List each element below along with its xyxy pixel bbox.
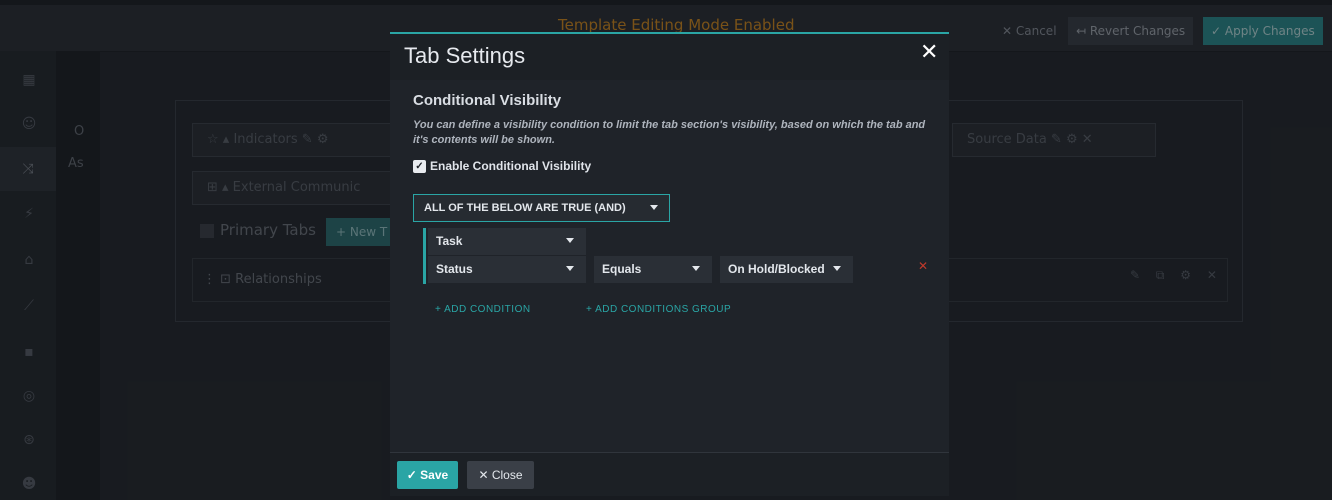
- value-value: On Hold/Blocked: [728, 262, 825, 276]
- add-condition-link[interactable]: + ADD CONDITION: [435, 304, 531, 315]
- modal-title: Tab Settings: [404, 43, 526, 68]
- condition-group-bar: [423, 228, 426, 284]
- value-select[interactable]: On Hold/Blocked: [720, 256, 853, 283]
- tab-settings-modal: Tab Settings ✕ Conditional Visibility Yo…: [390, 32, 949, 496]
- object-select[interactable]: Task: [428, 228, 586, 255]
- modal-header: Tab Settings ✕: [390, 34, 949, 80]
- chevron-down-icon: [650, 205, 658, 210]
- section-title: Conditional Visibility: [413, 92, 562, 109]
- close-button[interactable]: ✕ Close: [467, 461, 534, 489]
- chevron-down-icon: [692, 266, 700, 271]
- chevron-down-icon: [566, 238, 574, 243]
- enable-label: Enable Conditional Visibility: [430, 159, 592, 173]
- section-description: You can define a visibility condition to…: [413, 119, 926, 146]
- save-button[interactable]: ✓ Save: [397, 461, 458, 489]
- operator-select[interactable]: Equals: [594, 256, 712, 283]
- modal-footer: ✓ Save ✕ Close: [390, 452, 949, 496]
- field-select[interactable]: Status: [428, 256, 586, 283]
- chevron-down-icon: [833, 266, 841, 271]
- object-value: Task: [436, 234, 463, 248]
- enable-conditional-visibility[interactable]: ✓ Enable Conditional Visibility: [413, 159, 592, 174]
- chevron-down-icon: [566, 266, 574, 271]
- field-value: Status: [436, 262, 473, 276]
- checkbox-checked-icon[interactable]: ✓: [413, 160, 426, 174]
- add-conditions-group-link[interactable]: + ADD CONDITIONS GROUP: [586, 304, 731, 315]
- operator-value: Equals: [602, 262, 642, 276]
- logic-value: ALL OF THE BELOW ARE TRUE (AND): [424, 202, 626, 214]
- remove-condition-icon[interactable]: ✕: [918, 259, 928, 273]
- logic-operator-select[interactable]: ALL OF THE BELOW ARE TRUE (AND): [413, 194, 670, 222]
- close-icon[interactable]: ✕: [920, 40, 938, 65]
